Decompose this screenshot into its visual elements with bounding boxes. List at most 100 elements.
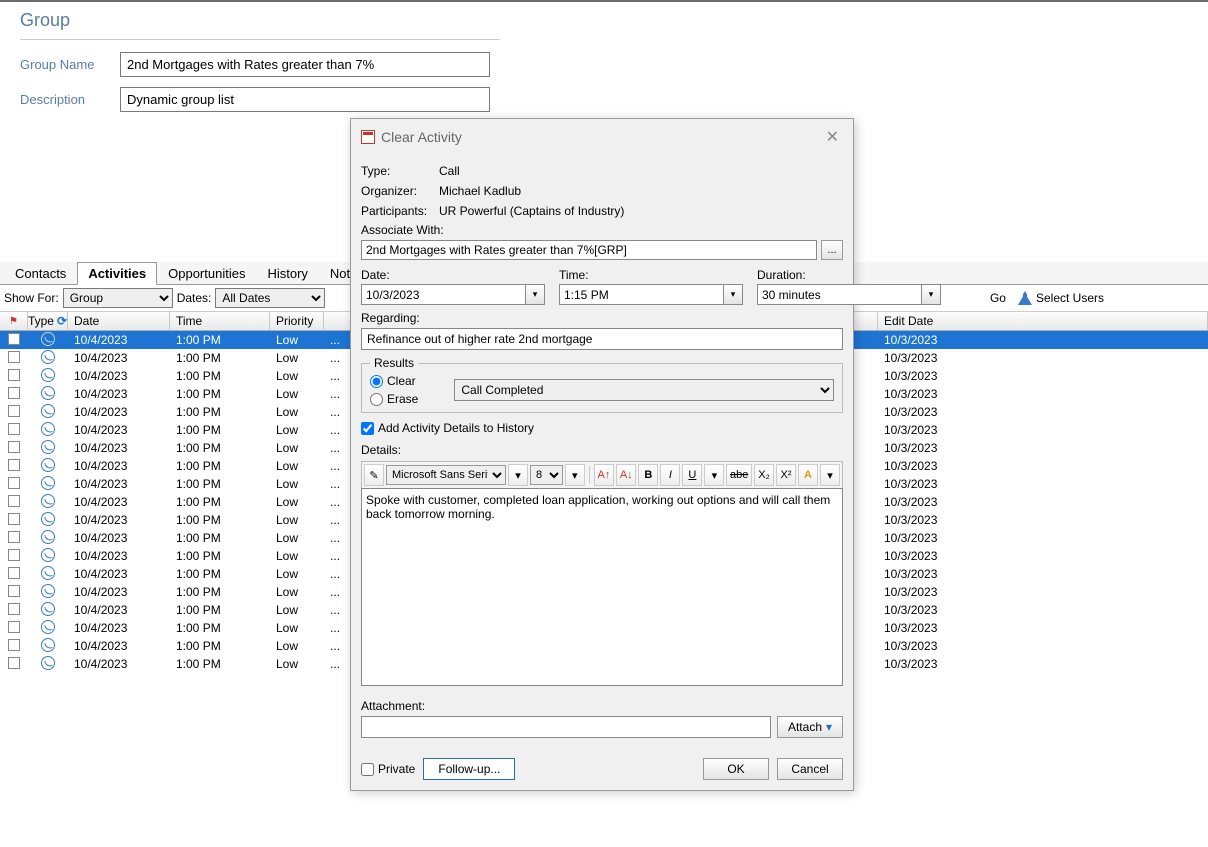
ok-button[interactable]: OK	[703, 758, 769, 780]
strike-button[interactable]: abe	[726, 464, 752, 486]
time-picker-button[interactable]: ▾	[723, 284, 743, 305]
row-checkbox[interactable]	[8, 603, 20, 615]
call-icon	[41, 602, 55, 616]
font-color-button[interactable]: A	[798, 464, 818, 486]
duration-input[interactable]	[757, 284, 921, 305]
col-date[interactable]: Date	[68, 312, 170, 330]
col-type[interactable]: Type⟳	[28, 312, 68, 330]
group-desc-input[interactable]	[120, 87, 490, 112]
cell-date: 10/4/2023	[68, 351, 170, 365]
row-checkbox[interactable]	[8, 405, 20, 417]
regarding-input[interactable]	[361, 328, 843, 350]
bold-button[interactable]: B	[638, 464, 658, 486]
add-history-checkbox[interactable]: Add Activity Details to History	[361, 421, 843, 435]
date-picker-button[interactable]: ▾	[525, 284, 545, 305]
italic-button[interactable]: I	[660, 464, 680, 486]
details-textarea[interactable]: Spoke with customer, completed loan appl…	[361, 488, 843, 686]
underline-button[interactable]: U	[682, 464, 702, 486]
tab-history[interactable]: History	[256, 262, 318, 284]
attachment-input[interactable]	[361, 716, 771, 738]
call-icon	[41, 476, 55, 490]
row-checkbox[interactable]	[8, 621, 20, 633]
close-button[interactable]: ✕	[822, 127, 843, 147]
col-edit[interactable]: Edit Date	[878, 312, 1208, 330]
duration-label: Duration:	[757, 268, 941, 282]
cell-time: 1:00 PM	[170, 477, 270, 491]
clear-radio[interactable]: Clear	[370, 374, 418, 388]
cell-time: 1:00 PM	[170, 333, 270, 347]
row-checkbox[interactable]	[8, 639, 20, 651]
row-checkbox[interactable]	[8, 351, 20, 363]
col-time[interactable]: Time	[170, 312, 270, 330]
followup-button[interactable]: Follow-up...	[423, 758, 515, 780]
row-checkbox[interactable]	[8, 567, 20, 579]
tab-contacts[interactable]: Contacts	[4, 262, 77, 284]
cell-edit-date: 10/3/2023	[878, 477, 1208, 491]
superscript-button[interactable]: X²	[776, 464, 796, 486]
row-checkbox[interactable]	[8, 495, 20, 507]
private-checkbox[interactable]: Private	[361, 762, 415, 776]
subscript-button[interactable]: X₂	[754, 464, 774, 486]
col-flag[interactable]: ⚑	[0, 312, 28, 330]
cell-time: 1:00 PM	[170, 567, 270, 581]
associate-browse-button[interactable]: ...	[821, 240, 843, 260]
row-checkbox[interactable]	[8, 441, 20, 453]
row-checkbox[interactable]	[8, 657, 20, 669]
tab-activities[interactable]: Activities	[77, 262, 157, 285]
row-checkbox[interactable]	[8, 423, 20, 435]
result-select[interactable]: Call Completed	[454, 379, 834, 401]
show-for-select[interactable]: Group	[63, 288, 173, 308]
size-dropdown-button[interactable]: ▾	[565, 464, 585, 486]
row-checkbox[interactable]	[8, 549, 20, 561]
cell-time: 1:00 PM	[170, 351, 270, 365]
cell-priority: Low	[270, 405, 324, 419]
row-checkbox[interactable]	[8, 531, 20, 543]
cell-edit-date: 10/3/2023	[878, 405, 1208, 419]
size-select[interactable]: 8	[530, 465, 563, 485]
erase-radio[interactable]: Erase	[370, 392, 418, 406]
row-checkbox[interactable]	[8, 585, 20, 597]
row-checkbox[interactable]	[8, 459, 20, 471]
select-users-button[interactable]: Select Users	[1018, 291, 1104, 305]
participants-value: UR Powerful (Captains of Industry)	[439, 204, 843, 218]
underline-dropdown-button[interactable]: ▾	[704, 464, 724, 486]
organizer-value: Michael Kadlub	[439, 184, 843, 198]
duration-picker-button[interactable]: ▾	[921, 284, 941, 305]
dialog-title: Clear Activity	[381, 129, 822, 145]
row-checkbox[interactable]	[8, 513, 20, 525]
row-checkbox[interactable]	[8, 477, 20, 489]
shrink-font-button[interactable]: A↓	[616, 464, 636, 486]
dates-label: Dates:	[177, 291, 212, 305]
organizer-label: Organizer:	[361, 184, 439, 198]
time-label: Time:	[559, 268, 743, 282]
call-icon	[41, 386, 55, 400]
font-dropdown-button[interactable]: ▾	[508, 464, 528, 486]
time-input[interactable]	[559, 284, 723, 305]
dialog-header[interactable]: Clear Activity ✕	[351, 119, 853, 155]
font-select[interactable]: Microsoft Sans Serif	[386, 465, 506, 485]
grow-font-button[interactable]: A↑	[594, 464, 614, 486]
col-priority[interactable]: Priority	[270, 312, 324, 330]
details-label: Details:	[361, 443, 843, 457]
call-icon	[41, 350, 55, 364]
group-name-label: Group Name	[20, 57, 120, 72]
associate-input[interactable]	[361, 240, 817, 260]
cell-priority: Low	[270, 387, 324, 401]
dates-select[interactable]: All Dates	[215, 288, 325, 308]
cell-edit-date: 10/3/2023	[878, 459, 1208, 473]
refresh-icon[interactable]: ⟳	[57, 314, 67, 328]
font-color-dropdown-button[interactable]: ▾	[820, 464, 840, 486]
highlight-button[interactable]: ✎	[364, 464, 384, 486]
date-input[interactable]	[361, 284, 525, 305]
cancel-button[interactable]: Cancel	[777, 758, 843, 780]
cell-date: 10/4/2023	[68, 459, 170, 473]
group-name-input[interactable]	[120, 52, 490, 77]
cell-priority: Low	[270, 531, 324, 545]
person-icon	[1018, 291, 1032, 305]
row-checkbox[interactable]	[8, 333, 20, 345]
go-button[interactable]: Go	[982, 290, 1014, 306]
attach-button[interactable]: Attach▾	[777, 716, 843, 738]
row-checkbox[interactable]	[8, 369, 20, 381]
tab-opportunities[interactable]: Opportunities	[157, 262, 256, 284]
row-checkbox[interactable]	[8, 387, 20, 399]
